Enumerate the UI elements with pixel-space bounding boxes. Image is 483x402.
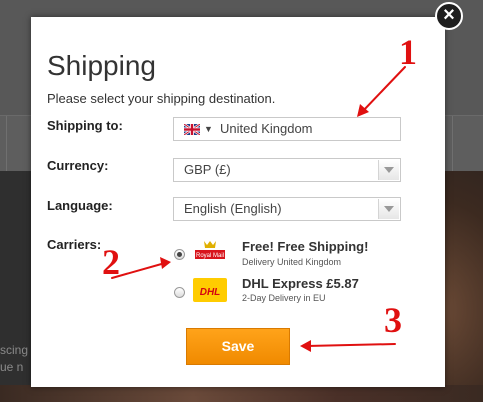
background-text: scing (0, 343, 29, 357)
background-photo-strip (0, 385, 483, 402)
nav-separator (452, 116, 453, 171)
uk-flag-icon (184, 124, 200, 135)
shipping-to-label: Shipping to: (47, 118, 123, 133)
modal-title: Shipping (47, 50, 156, 81)
shipping-modal: Shipping Please select your shipping des… (31, 17, 445, 387)
currency-label: Currency: (47, 158, 109, 173)
shipping-to-value: United Kingdom (220, 121, 313, 136)
carriers-label: Carriers: (47, 237, 102, 252)
save-button[interactable]: Save (186, 328, 290, 365)
currency-select[interactable]: GBP (£) (173, 158, 401, 182)
dhl-logo-text: DHL (200, 287, 221, 298)
chevron-down-icon[interactable] (378, 160, 399, 180)
language-value: English (English) (184, 201, 282, 216)
nav-separator (6, 116, 7, 171)
flag-dropdown-caret-icon[interactable]: ▼ (204, 118, 213, 140)
carrier-name: DHL Express £5.87 (242, 276, 359, 291)
currency-value: GBP (£) (184, 162, 231, 177)
carrier-radio-royal-mail[interactable] (174, 249, 185, 260)
language-label: Language: (47, 198, 113, 213)
shipping-to-select[interactable]: ▼ United Kingdom (173, 117, 401, 141)
royal-mail-logo-text: Royal Mail (196, 253, 224, 259)
close-icon[interactable]: × (435, 2, 463, 30)
carrier-description: 2-Day Delivery in EU (242, 293, 326, 303)
modal-subtitle: Please select your shipping destination. (47, 91, 276, 106)
background-text: ue n (0, 360, 24, 374)
carrier-radio-dhl[interactable] (174, 287, 185, 298)
carrier-name: Free! Free Shipping! (242, 239, 369, 254)
chevron-down-icon[interactable] (378, 199, 399, 219)
carrier-description: Delivery United Kingdom (242, 257, 342, 267)
royal-mail-logo-icon: Royal Mail (193, 238, 227, 266)
dhl-logo-icon: DHL (193, 276, 227, 304)
language-select[interactable]: English (English) (173, 197, 401, 221)
